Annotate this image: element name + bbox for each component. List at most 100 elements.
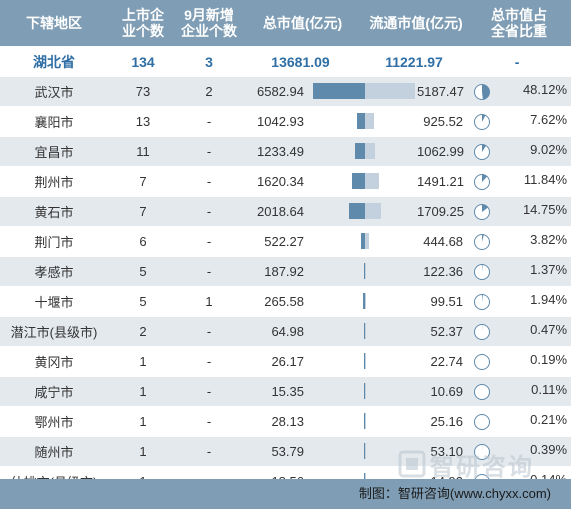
market-value-cell: 522.27 [240,226,308,257]
market-value-bar-cell [308,136,366,167]
listed-count-cell: 1 [108,406,178,437]
float-value-cell: 99.51 [417,286,468,317]
listed-count-cell: 7 [108,166,178,197]
market-value-cell: 28.13 [240,406,308,437]
float-value-bar [365,143,376,159]
table-row: 随州市 1-53.79 53.10 0.39% [0,436,571,467]
total-new-sep: 3 [178,46,240,77]
float-value-bar [365,83,416,99]
share-pie-icon [473,173,491,191]
region-cell: 鄂州市 [0,406,108,437]
share-value: 3.82% [530,232,568,247]
share-cell: 11.84% [467,166,571,197]
float-value-cell: 925.52 [417,106,468,137]
float-value-cell: 1709.25 [417,196,468,227]
market-value-table: 下辖地区 上市企业个数 9月新增企业个数 总市值(亿元) 流通市值(亿元) 总市… [0,0,571,496]
header-market-value: 总市值(亿元) [240,0,366,47]
share-value: 0.19% [530,352,568,367]
float-value-bar-cell [365,76,418,107]
float-value-bar-cell [365,196,418,227]
float-value-bar-cell [365,286,418,317]
market-value-bar-cell [308,76,366,107]
market-value-bar-cell [308,406,366,437]
float-value-cell: 25.16 [417,406,468,437]
table-row: 十堰市 5 1 265.58 99.51 1.94% [0,286,571,317]
share-cell: 3.82% [467,226,571,257]
region-cell: 荆门市 [0,226,108,257]
share-value: 14.75% [522,202,568,217]
float-value-bar [365,383,367,399]
share-pie-icon [473,383,491,401]
region-cell: 十堰市 [0,286,108,317]
header-float-value: 流通市值(亿元) [365,0,468,47]
float-value-cell: 53.10 [417,436,468,467]
float-value-bar-cell [365,346,418,377]
market-value-bar [352,173,366,189]
table-row: 襄阳市 13-1042.93 925.52 7.62% [0,106,571,137]
market-value-cell: 265.58 [240,286,308,317]
table-row: 潜江市(县级市) 2-64.98 52.37 0.47% [0,316,571,347]
listed-count-cell: 5 [108,286,178,317]
listed-count-cell: 2 [108,316,178,347]
share-pie-icon [473,203,491,221]
header-share-text: 总市值占全省比重 [491,7,548,39]
table-row: 武汉市 73 2 6582.94 5187.47 48.12% [0,76,571,107]
new-sep-count-cell: - [178,406,240,437]
share-value: 1.94% [530,292,568,307]
region-cell: 咸宁市 [0,376,108,407]
float-value-bar [365,353,367,369]
share-value: 0.21% [530,412,568,427]
region-cell: 荆州市 [0,166,108,197]
market-value-bar-cell [308,256,366,287]
new-sep-count-cell: 1 [178,286,240,317]
float-value-bar [365,233,370,249]
float-value-bar [365,443,367,459]
market-value-cell: 15.35 [240,376,308,407]
market-value-bar-cell [308,436,366,467]
share-value: 0.11% [531,382,568,397]
new-sep-count-cell: - [178,226,240,257]
header-region: 下辖地区 [0,0,108,47]
listed-count-cell: 1 [108,376,178,407]
share-cell: 0.21% [467,406,571,437]
listed-count-cell: 11 [108,136,178,167]
share-cell: 14.75% [467,196,571,227]
region-cell: 潜江市(县级市) [0,316,108,347]
market-value-bar-cell [308,226,366,257]
table-row: 黄石市 7-2018.64 1709.25 14.75% [0,196,571,227]
float-value-bar [365,263,367,279]
float-value-cell: 10.69 [417,376,468,407]
new-sep-count-cell: - [178,316,240,347]
share-cell: 0.11% [467,376,571,407]
share-pie-icon [473,83,491,101]
market-value-cell: 6582.94 [240,76,308,107]
market-value-bar-cell [308,196,366,227]
new-sep-count-cell: - [178,136,240,167]
float-value-bar [365,113,375,129]
share-pie-icon [473,293,491,311]
float-value-bar [365,323,367,339]
header-row: 下辖地区 上市企业个数 9月新增企业个数 总市值(亿元) 流通市值(亿元) 总市… [0,0,571,47]
table-row: 黄冈市 1-26.17 22.74 0.19% [0,346,571,377]
share-pie-icon [473,413,491,431]
table-row: 鄂州市 1-28.13 25.16 0.21% [0,406,571,437]
new-sep-count-cell: - [178,436,240,467]
share-cell: 48.12% [467,76,571,107]
table-figure: 下辖地区 上市企业个数 9月新增企业个数 总市值(亿元) 流通市值(亿元) 总市… [0,0,571,509]
float-value-bar-cell [365,106,418,137]
float-value-bar-cell [365,166,418,197]
market-value-cell: 64.98 [240,316,308,347]
market-value-cell: 53.79 [240,436,308,467]
market-value-bar-cell [308,376,366,407]
share-pie-slice [482,84,490,100]
region-cell: 孝感市 [0,256,108,287]
share-value: 48.12% [522,82,568,97]
float-value-cell: 52.37 [417,316,468,347]
header-new-sep: 9月新增企业个数 [178,0,240,47]
listed-count-cell: 13 [108,106,178,137]
new-sep-count-cell: - [178,256,240,287]
table-row: 荆门市 6-522.27 444.68 3.82% [0,226,571,257]
header-listed-text: 上市企业个数 [122,7,164,39]
share-pie-icon [473,443,491,461]
float-value-bar-cell [365,436,418,467]
